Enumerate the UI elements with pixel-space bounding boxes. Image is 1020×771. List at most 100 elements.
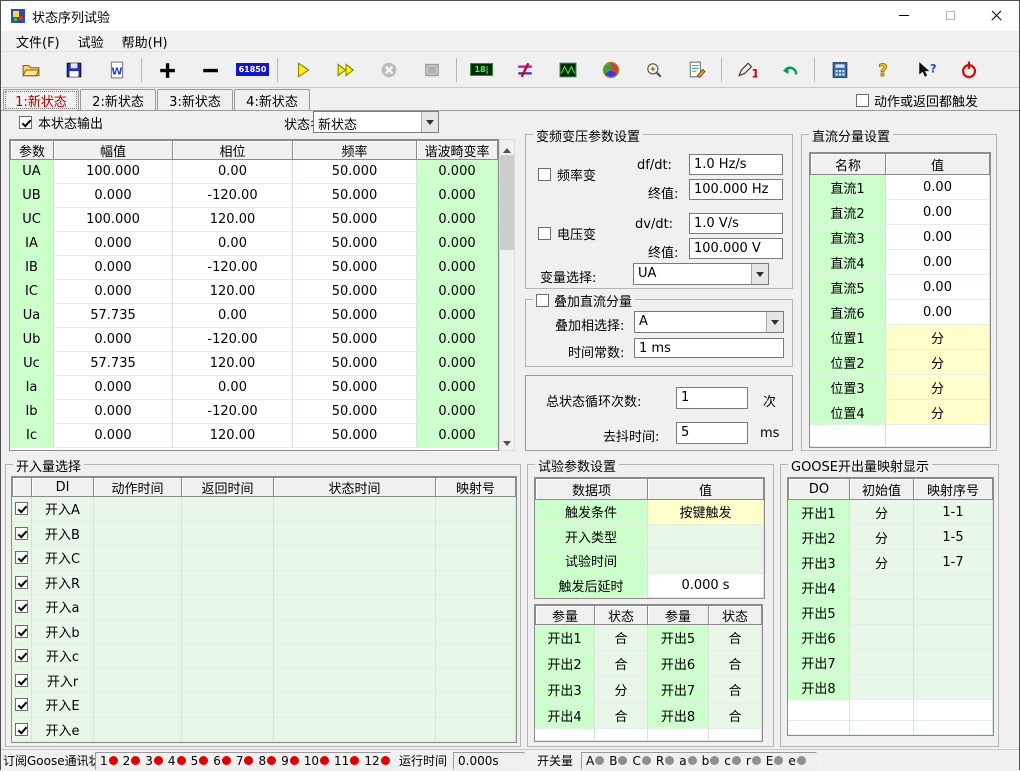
start-test-button[interactable]	[281, 55, 324, 85]
overlay-phase-dropdown-icon[interactable]	[766, 312, 783, 332]
out-state-cell[interactable]: 合	[595, 651, 648, 677]
save-report-button[interactable]: W	[95, 55, 138, 85]
dfdt-input[interactable]: 1.0 Hz/s	[689, 154, 783, 175]
param-value-cell[interactable]: 0.00	[173, 160, 293, 184]
param-value-cell[interactable]: 0.000	[417, 304, 498, 328]
cancel-button[interactable]	[367, 55, 410, 85]
param-value-cell[interactable]: -120.00	[173, 328, 293, 352]
di-checkbox[interactable]	[15, 576, 28, 589]
trigger-mode-option[interactable]: 动作或返回都触发	[856, 91, 978, 110]
param-value-cell[interactable]: 57.735	[54, 352, 173, 376]
remove-state-button[interactable]	[188, 55, 231, 85]
param-value-cell[interactable]: -120.00	[173, 184, 293, 208]
param-value-cell[interactable]: 100.000	[54, 160, 173, 184]
out-state-cell[interactable]: 合	[595, 625, 648, 651]
param-value-cell[interactable]: 50.000	[293, 280, 417, 304]
param-value-cell[interactable]: 50.000	[293, 208, 417, 232]
param-value-cell[interactable]: 0.000	[417, 280, 498, 304]
param-value-cell[interactable]: 0.000	[54, 376, 173, 400]
out-state-cell[interactable]: 合	[595, 703, 648, 729]
param-value-cell[interactable]: 0.00	[173, 304, 293, 328]
di-checkbox-cell[interactable]	[12, 522, 32, 547]
di-checkbox-cell[interactable]	[12, 644, 32, 669]
di-checkbox[interactable]	[15, 600, 28, 613]
di-checkbox-cell[interactable]	[12, 718, 32, 743]
param-value-cell[interactable]: 50.000	[293, 160, 417, 184]
param-value-cell[interactable]: 120.00	[173, 208, 293, 232]
dc-overlay-checkbox[interactable]	[536, 294, 549, 307]
di-checkbox-cell[interactable]	[12, 571, 32, 596]
time-constant-input[interactable]: 1 ms	[634, 338, 784, 358]
state-name-dropdown-icon[interactable]	[421, 112, 438, 132]
param-value-cell[interactable]: 50.000	[293, 232, 417, 256]
out-state-cell[interactable]: 合	[709, 651, 762, 677]
tp-value-cell[interactable]	[648, 549, 764, 574]
param-value-cell[interactable]: 50.000	[293, 376, 417, 400]
undo-button[interactable]	[768, 55, 811, 85]
out-state-cell[interactable]: 合	[709, 677, 762, 703]
dc-value-cell[interactable]: 分	[886, 350, 990, 375]
param-value-cell[interactable]: 120.00	[173, 280, 293, 304]
calculator-button[interactable]	[818, 55, 861, 85]
state-output-option[interactable]: 本状态输出	[19, 113, 103, 132]
loop-count-input[interactable]: 1	[676, 387, 748, 409]
report-view-button[interactable]	[675, 55, 718, 85]
maximize-button[interactable]	[927, 1, 973, 30]
display-18-button[interactable]: 18|	[460, 55, 503, 85]
param-value-cell[interactable]: 0.000	[417, 184, 498, 208]
tab-state-3[interactable]: 3:新状态	[157, 89, 233, 110]
scroll-up-icon[interactable]	[500, 140, 514, 155]
di-checkbox[interactable]	[15, 502, 28, 515]
dc-value-cell[interactable]: 分	[886, 325, 990, 350]
dc-value-cell[interactable]: 0.00	[886, 275, 990, 300]
param-value-cell[interactable]: 0.00	[173, 232, 293, 256]
vector-view-button[interactable]	[589, 55, 632, 85]
di-checkbox[interactable]	[15, 625, 28, 638]
tp-value-cell[interactable]: 按键触发	[648, 500, 764, 525]
param-value-cell[interactable]: 0.000	[417, 232, 498, 256]
dvdt-input[interactable]: 1.0 V/s	[689, 213, 783, 234]
param-value-cell[interactable]: 0.00	[173, 376, 293, 400]
param-value-cell[interactable]: 0.000	[54, 280, 173, 304]
variable-select-combo[interactable]: UA	[633, 263, 769, 285]
context-help-button[interactable]: ?	[904, 55, 947, 85]
param-value-cell[interactable]: 0.000	[417, 352, 498, 376]
help-button[interactable]: ?	[861, 55, 904, 85]
freq-final-input[interactable]: 100.000 Hz	[689, 179, 783, 200]
param-value-cell[interactable]: 0.000	[417, 160, 498, 184]
freq-change-checkbox[interactable]	[538, 168, 551, 181]
di-checkbox[interactable]	[15, 649, 28, 662]
variable-dropdown-icon[interactable]	[751, 264, 768, 284]
param-value-cell[interactable]: 0.000	[417, 256, 498, 280]
freq-change-option[interactable]: 频率变	[538, 165, 596, 184]
di-checkbox-cell[interactable]	[12, 669, 32, 694]
close-button[interactable]	[973, 1, 1019, 30]
param-value-cell[interactable]: 120.00	[173, 352, 293, 376]
volt-change-checkbox[interactable]	[538, 227, 551, 240]
param-value-cell[interactable]: 50.000	[293, 304, 417, 328]
param-value-cell[interactable]: 50.000	[293, 424, 417, 448]
param-table-scrollbar[interactable]	[499, 139, 515, 451]
di-checkbox[interactable]	[15, 723, 28, 736]
dc-value-cell[interactable]: 分	[886, 375, 990, 400]
out-state-cell[interactable]: 合	[709, 625, 762, 651]
dc-value-cell[interactable]: 0.00	[886, 300, 990, 325]
dc-value-cell[interactable]: 0.00	[886, 225, 990, 250]
open-file-button[interactable]	[9, 55, 52, 85]
param-value-cell[interactable]: 0.000	[54, 400, 173, 424]
fast-run-button[interactable]	[324, 55, 367, 85]
menu-item-0[interactable]: 文件(F)	[7, 32, 69, 51]
dc-value-cell[interactable]: 分	[886, 400, 990, 425]
di-checkbox-cell[interactable]	[12, 693, 32, 718]
dc-value-cell[interactable]: 0.00	[886, 175, 990, 200]
volt-change-option[interactable]: 电压变	[538, 224, 596, 243]
param-value-cell[interactable]: 50.000	[293, 328, 417, 352]
state-name-combo[interactable]: 新状态	[313, 111, 439, 133]
di-checkbox-cell[interactable]	[12, 546, 32, 571]
scroll-down-icon[interactable]	[500, 435, 514, 450]
param-value-cell[interactable]: 50.000	[293, 400, 417, 424]
out-state-cell[interactable]: 合	[709, 703, 762, 729]
harmonic-button[interactable]	[503, 55, 546, 85]
di-checkbox[interactable]	[15, 527, 28, 540]
param-value-cell[interactable]: 0.000	[54, 232, 173, 256]
